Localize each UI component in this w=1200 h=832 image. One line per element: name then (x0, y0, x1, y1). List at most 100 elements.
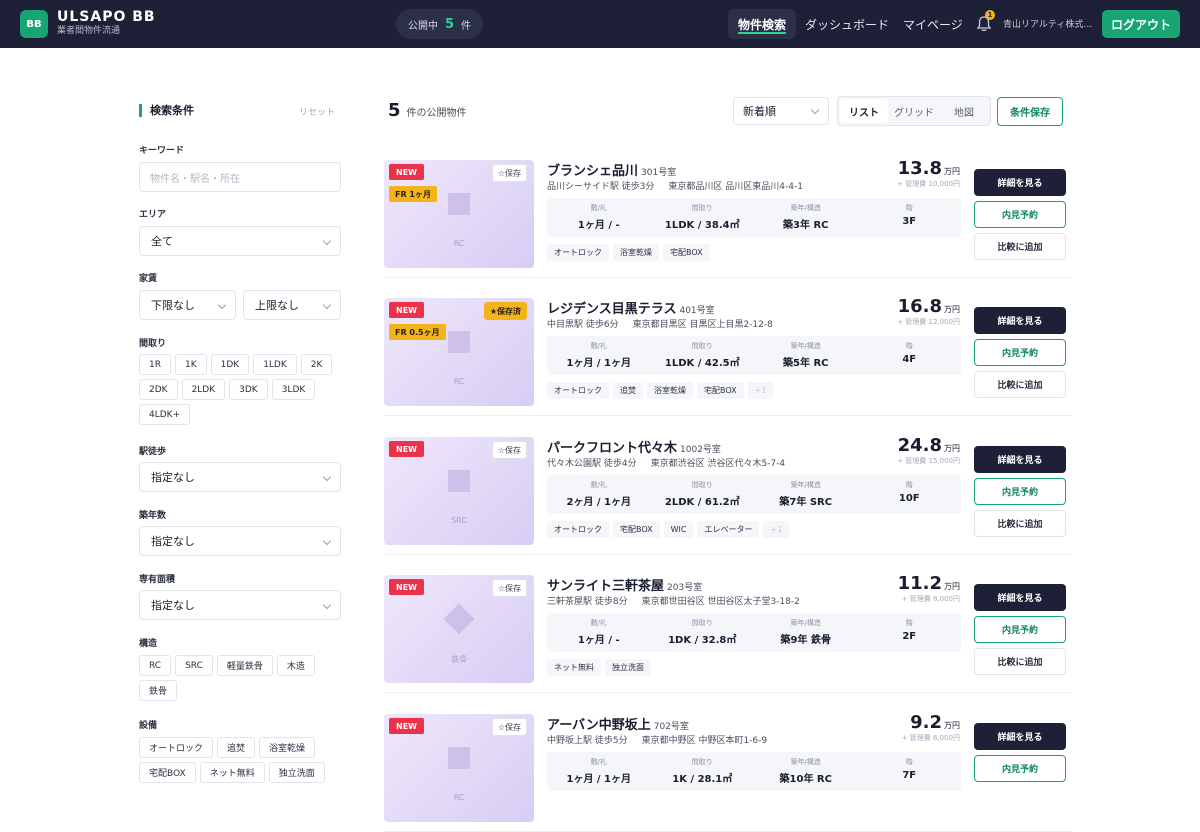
address: 東京都渋谷区 渋谷区代々木5-7-4 (650, 459, 786, 469)
logo-icon[interactable]: BB (20, 10, 48, 38)
area-size-select[interactable]: 指定なし (139, 590, 341, 620)
listing-thumbnail[interactable]: RC NEW ☆保存 (384, 714, 534, 822)
spec-label: 敷/礼 (590, 204, 607, 212)
logout-button[interactable]: ログアウト (1102, 10, 1180, 38)
listing-thumbnail[interactable]: RC NEW FR 1ヶ月 ☆保存 (384, 160, 534, 268)
age-select[interactable]: 指定なし (139, 526, 341, 556)
structure-chip[interactable]: SRC (175, 655, 213, 676)
thumbnail-structure-label: RC (453, 793, 465, 802)
equipment-chip[interactable]: 宅配BOX (139, 762, 196, 783)
save-condition-button[interactable]: 条件保存 (997, 97, 1063, 126)
walk-select[interactable]: 指定なし (139, 462, 341, 492)
layout-chip[interactable]: 1K (174, 354, 207, 375)
property-name: レジデンス目黒テラス (547, 302, 677, 317)
layout-chip[interactable]: 2K (300, 354, 333, 375)
equipment-chip[interactable]: 追焚 (217, 737, 256, 758)
add-compare-button[interactable]: 比較に追加 (974, 371, 1066, 398)
save-favorite-button[interactable]: ★保存済 (483, 302, 527, 320)
layout-chip[interactable]: 4LDK+ (139, 404, 191, 425)
spec-value: 1DK / 32.8㎡ (668, 635, 737, 646)
listing-title[interactable]: レジデンス目黒テラス 401号室 (547, 298, 715, 317)
brand-name: ULSAPO BB (57, 9, 156, 25)
add-compare-button[interactable]: 比較に追加 (974, 648, 1066, 675)
public-count-pill: 公開中 5 件 (396, 9, 484, 39)
book-viewing-button[interactable]: 内見予約 (974, 339, 1066, 366)
structure-chip[interactable]: RC (139, 655, 172, 676)
listing-thumbnail[interactable]: 鉄骨 NEW ☆保存 (384, 575, 534, 683)
station-info: 中目黒駅 徒歩6分 (547, 320, 619, 330)
spec-value: 1ヶ月 / 1ヶ月 (566, 358, 632, 369)
chevron-down-icon (217, 300, 227, 310)
spec-value: 1LDK / 42.5㎡ (664, 358, 740, 369)
view-details-button[interactable]: 詳細を見る (974, 723, 1066, 750)
more-features-tag: +1 (747, 382, 774, 399)
layout-chip[interactable]: 3DK (229, 379, 268, 400)
public-label: 公開中 (408, 20, 438, 32)
listing-thumbnail[interactable]: SRC NEW ☆保存 (384, 437, 534, 545)
view-list-tab[interactable]: リスト (840, 99, 888, 123)
layout-chip[interactable]: 2LDK (181, 379, 226, 400)
listing-card: 鉄骨 NEW ☆保存 サンライト三軒茶屋 203号室 三軒茶屋駅 徒歩8分 東京都世田谷区 … (384, 573, 1072, 693)
spec-value: 築7年 SRC (779, 497, 833, 508)
save-favorite-button[interactable]: ☆保存 (491, 164, 527, 182)
layout-chip[interactable]: 2DK (139, 379, 178, 400)
company-name[interactable]: 青山リアルティ株式… (1003, 17, 1092, 30)
add-compare-button[interactable]: 比較に追加 (974, 233, 1066, 260)
equipment-chip[interactable]: 浴室乾燥 (259, 737, 316, 758)
rent-unit: 万円 (944, 305, 960, 314)
thumbnail-structure-label: RC (453, 239, 465, 248)
chevron-down-icon (322, 472, 332, 482)
spec-layout: 間取り 1K / 28.1㎡ (651, 752, 755, 791)
brand: ULSAPO BB 業者間物件流通 (57, 9, 156, 37)
view-details-button[interactable]: 詳細を見る (974, 169, 1066, 196)
view-map-tab[interactable]: 地図 (940, 99, 988, 123)
rent-min-select[interactable]: 下限なし (139, 290, 236, 320)
more-features-tag: +1 (763, 521, 790, 538)
equipment-label: 設備 (139, 721, 158, 731)
equipment-chip[interactable]: ネット無料 (199, 762, 265, 783)
book-viewing-button[interactable]: 内見予約 (974, 478, 1066, 505)
property-name: パークフロント代々木 (547, 441, 678, 456)
equipment-chip[interactable]: 独立洗面 (268, 762, 325, 783)
nav-property-search[interactable]: 物件検索 (728, 9, 797, 39)
keyword-input[interactable]: 物件名・駅名・所在 (139, 162, 341, 192)
layout-chip[interactable]: 3LDK (271, 379, 316, 400)
save-favorite-button[interactable]: ☆保存 (491, 441, 527, 459)
view-details-button[interactable]: 詳細を見る (974, 307, 1066, 334)
structure-chip[interactable]: 鉄骨 (139, 680, 178, 701)
nav-dashboard[interactable]: ダッシュボード (795, 9, 899, 39)
feature-tag: オートロック (547, 244, 609, 261)
book-viewing-button[interactable]: 内見予約 (974, 755, 1066, 782)
age-select-value: 指定なし (151, 535, 195, 548)
layout-chip[interactable]: 1R (139, 354, 171, 375)
structure-chip[interactable]: 軽量鉄骨 (216, 655, 273, 676)
layout-chip[interactable]: 1DK (210, 354, 250, 375)
view-details-button[interactable]: 詳細を見る (974, 584, 1066, 611)
equipment-chip[interactable]: オートロック (139, 737, 214, 758)
layout-chip[interactable]: 1LDK (253, 354, 297, 375)
listing-thumbnail[interactable]: RC NEW FR 0.5ヶ月 ★保存済 (384, 298, 534, 406)
listing-title[interactable]: アーバン中野坂上 702号室 (547, 714, 689, 733)
save-favorite-button[interactable]: ☆保存 (491, 718, 527, 736)
listing-title[interactable]: ブランシェ品川 301号室 (547, 160, 676, 179)
view-grid-tab[interactable]: グリッド (890, 99, 938, 123)
new-badge: NEW (389, 718, 424, 734)
spec-panel: 敷/礼 1ヶ月 / - 間取り 1DK / 32.8㎡ 築年/構造 築9年 鉄骨 階 2F (547, 613, 961, 652)
save-favorite-button[interactable]: ☆保存 (491, 579, 527, 597)
nav-mypage[interactable]: マイページ (893, 9, 973, 39)
add-compare-button[interactable]: 比較に追加 (974, 510, 1066, 537)
chevron-down-icon (810, 105, 820, 115)
book-viewing-button[interactable]: 内見予約 (974, 201, 1066, 228)
image-placeholder-icon (448, 747, 470, 769)
reset-link[interactable]: リセット (299, 105, 335, 118)
area-select[interactable]: 全て (139, 226, 341, 256)
structure-chip[interactable]: 木造 (276, 655, 315, 676)
listing-title[interactable]: パークフロント代々木 1002号室 (547, 437, 721, 456)
view-details-button[interactable]: 詳細を見る (974, 446, 1066, 473)
listing-title[interactable]: サンライト三軒茶屋 203号室 (547, 575, 702, 594)
sort-select[interactable]: 新着順 (733, 97, 829, 125)
rent-max-select[interactable]: 上限なし (243, 290, 341, 320)
book-viewing-button[interactable]: 内見予約 (974, 616, 1066, 643)
address: 東京都目黒区 目黒区上目黒2-12-8 (632, 320, 773, 330)
feature-tag: 宅配BOX (613, 521, 660, 538)
